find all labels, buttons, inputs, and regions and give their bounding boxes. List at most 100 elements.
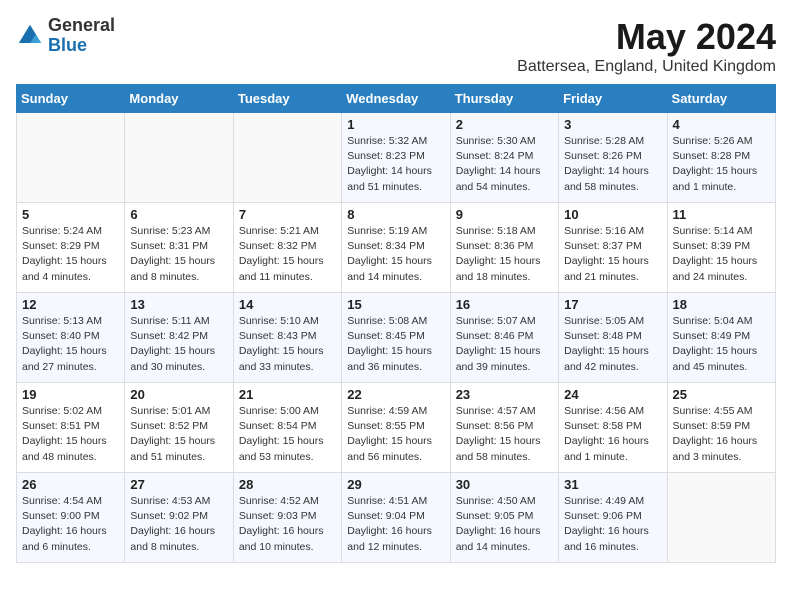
day-detail: Sunrise: 4:51 AM Sunset: 9:04 PM Dayligh… bbox=[347, 494, 444, 555]
day-number: 10 bbox=[564, 207, 661, 222]
calendar-cell: 2Sunrise: 5:30 AM Sunset: 8:24 PM Daylig… bbox=[450, 113, 558, 203]
day-number: 29 bbox=[347, 477, 444, 492]
header-day-tuesday: Tuesday bbox=[233, 85, 341, 113]
calendar-cell: 27 Sunrise: 4:53 AM Sunset: 9:02 PM Dayli… bbox=[125, 473, 233, 563]
calendar-cell: 31 Sunrise: 4:49 AM Sunset: 9:06 PM Dayli… bbox=[559, 473, 667, 563]
day-detail: Sunrise: 5:07 AM Sunset: 8:46 PM Dayligh… bbox=[456, 314, 553, 375]
subtitle: Battersea, England, United Kingdom bbox=[517, 58, 776, 76]
day-detail: Sunrise: 5:05 AM Sunset: 8:48 PM Dayligh… bbox=[564, 314, 661, 375]
day-detail: Sunrise: 4:50 AM Sunset: 9:05 PM Dayligh… bbox=[456, 494, 553, 555]
main-title: May 2024 bbox=[517, 16, 776, 58]
logo-blue-text: Blue bbox=[48, 36, 115, 56]
day-detail: Sunrise: 5:24 AM Sunset: 8:29 PM Dayligh… bbox=[22, 224, 119, 285]
day-number: 22 bbox=[347, 387, 444, 402]
day-detail: Sunrise: 5:18 AM Sunset: 8:36 PM Dayligh… bbox=[456, 224, 553, 285]
header-day-friday: Friday bbox=[559, 85, 667, 113]
day-number: 3 bbox=[564, 117, 661, 132]
calendar-cell: 28Sunrise: 4:52 AM Sunset: 9:03 PM Dayli… bbox=[233, 473, 341, 563]
day-detail: Sunrise: 4:49 AM Sunset: 9:06 PM Dayligh… bbox=[564, 494, 661, 555]
day-detail: Sunrise: 5:21 AM Sunset: 8:32 PM Dayligh… bbox=[239, 224, 336, 285]
day-number: 27 bbox=[130, 477, 227, 492]
calendar-cell: 10 Sunrise: 5:16 AM Sunset: 8:37 PM Dayli… bbox=[559, 203, 667, 293]
calendar-week-2: 5 Sunrise: 5:24 AM Sunset: 8:29 PM Daylig… bbox=[17, 203, 776, 293]
day-detail: Sunrise: 5:19 AM Sunset: 8:34 PM Dayligh… bbox=[347, 224, 444, 285]
day-detail: Sunrise: 5:13 AM Sunset: 8:40 PM Dayligh… bbox=[22, 314, 119, 375]
day-number: 31 bbox=[564, 477, 661, 492]
calendar-week-1: 1 Sunrise: 5:32 AM Sunset: 8:23 PM Daylig… bbox=[17, 113, 776, 203]
day-detail: Sunrise: 5:14 AM Sunset: 8:39 PM Dayligh… bbox=[673, 224, 770, 285]
calendar-cell bbox=[667, 473, 775, 563]
day-number: 11 bbox=[673, 207, 770, 222]
calendar-cell: 25 Sunrise: 4:55 AM Sunset: 8:59 PM Dayli… bbox=[667, 383, 775, 473]
calendar-cell: 8Sunrise: 5:19 AM Sunset: 8:34 PM Daylig… bbox=[342, 203, 450, 293]
day-number: 4 bbox=[673, 117, 770, 132]
calendar-cell bbox=[17, 113, 125, 203]
day-number: 23 bbox=[456, 387, 553, 402]
day-detail: Sunrise: 5:28 AM Sunset: 8:26 PM Dayligh… bbox=[564, 134, 661, 195]
calendar-cell: 4 Sunrise: 5:26 AM Sunset: 8:28 PM Daylig… bbox=[667, 113, 775, 203]
calendar-cell: 30 Sunrise: 4:50 AM Sunset: 9:05 PM Dayli… bbox=[450, 473, 558, 563]
header-day-wednesday: Wednesday bbox=[342, 85, 450, 113]
calendar-cell: 7Sunrise: 5:21 AM Sunset: 8:32 PM Daylig… bbox=[233, 203, 341, 293]
calendar-cell: 13Sunrise: 5:11 AM Sunset: 8:42 PM Dayli… bbox=[125, 293, 233, 383]
header-day-sunday: Sunday bbox=[17, 85, 125, 113]
day-detail: Sunrise: 5:01 AM Sunset: 8:52 PM Dayligh… bbox=[130, 404, 227, 465]
day-number: 13 bbox=[130, 297, 227, 312]
logo-icon bbox=[16, 22, 44, 50]
calendar-cell: 22 Sunrise: 4:59 AM Sunset: 8:55 PM Dayli… bbox=[342, 383, 450, 473]
logo-general-text: General bbox=[48, 16, 115, 36]
day-number: 5 bbox=[22, 207, 119, 222]
logo-text: General Blue bbox=[48, 16, 115, 56]
day-detail: Sunrise: 5:16 AM Sunset: 8:37 PM Dayligh… bbox=[564, 224, 661, 285]
header-day-monday: Monday bbox=[125, 85, 233, 113]
calendar-cell: 5 Sunrise: 5:24 AM Sunset: 8:29 PM Daylig… bbox=[17, 203, 125, 293]
calendar-cell: 12 Sunrise: 5:13 AM Sunset: 8:40 PM Dayli… bbox=[17, 293, 125, 383]
header-day-thursday: Thursday bbox=[450, 85, 558, 113]
day-number: 30 bbox=[456, 477, 553, 492]
day-detail: Sunrise: 5:10 AM Sunset: 8:43 PM Dayligh… bbox=[239, 314, 336, 375]
calendar-cell: 16 Sunrise: 5:07 AM Sunset: 8:46 PM Dayli… bbox=[450, 293, 558, 383]
day-detail: Sunrise: 4:56 AM Sunset: 8:58 PM Dayligh… bbox=[564, 404, 661, 465]
day-detail: Sunrise: 4:59 AM Sunset: 8:55 PM Dayligh… bbox=[347, 404, 444, 465]
calendar-week-4: 19Sunrise: 5:02 AM Sunset: 8:51 PM Dayli… bbox=[17, 383, 776, 473]
calendar-cell: 15 Sunrise: 5:08 AM Sunset: 8:45 PM Dayli… bbox=[342, 293, 450, 383]
calendar-cell: 3 Sunrise: 5:28 AM Sunset: 8:26 PM Daylig… bbox=[559, 113, 667, 203]
calendar-cell: 21Sunrise: 5:00 AM Sunset: 8:54 PM Dayli… bbox=[233, 383, 341, 473]
day-detail: Sunrise: 4:57 AM Sunset: 8:56 PM Dayligh… bbox=[456, 404, 553, 465]
calendar-cell: 17 Sunrise: 5:05 AM Sunset: 8:48 PM Dayli… bbox=[559, 293, 667, 383]
day-detail: Sunrise: 4:55 AM Sunset: 8:59 PM Dayligh… bbox=[673, 404, 770, 465]
day-number: 16 bbox=[456, 297, 553, 312]
day-detail: Sunrise: 5:08 AM Sunset: 8:45 PM Dayligh… bbox=[347, 314, 444, 375]
day-number: 14 bbox=[239, 297, 336, 312]
day-number: 24 bbox=[564, 387, 661, 402]
header-day-saturday: Saturday bbox=[667, 85, 775, 113]
calendar-body: 1 Sunrise: 5:32 AM Sunset: 8:23 PM Daylig… bbox=[17, 113, 776, 563]
calendar-cell: 20 Sunrise: 5:01 AM Sunset: 8:52 PM Dayli… bbox=[125, 383, 233, 473]
day-detail: Sunrise: 5:30 AM Sunset: 8:24 PM Dayligh… bbox=[456, 134, 553, 195]
calendar-cell: 6Sunrise: 5:23 AM Sunset: 8:31 PM Daylig… bbox=[125, 203, 233, 293]
day-number: 25 bbox=[673, 387, 770, 402]
header: General Blue May 2024 Battersea, England… bbox=[16, 16, 776, 76]
calendar-cell: 9 Sunrise: 5:18 AM Sunset: 8:36 PM Daylig… bbox=[450, 203, 558, 293]
calendar-cell: 23 Sunrise: 4:57 AM Sunset: 8:56 PM Dayli… bbox=[450, 383, 558, 473]
day-number: 17 bbox=[564, 297, 661, 312]
day-detail: Sunrise: 5:26 AM Sunset: 8:28 PM Dayligh… bbox=[673, 134, 770, 195]
day-number: 15 bbox=[347, 297, 444, 312]
day-detail: Sunrise: 4:54 AM Sunset: 9:00 PM Dayligh… bbox=[22, 494, 119, 555]
calendar-cell bbox=[233, 113, 341, 203]
day-detail: Sunrise: 4:53 AM Sunset: 9:02 PM Dayligh… bbox=[130, 494, 227, 555]
day-number: 12 bbox=[22, 297, 119, 312]
header-row: SundayMondayTuesdayWednesdayThursdayFrid… bbox=[17, 85, 776, 113]
calendar-cell: 29 Sunrise: 4:51 AM Sunset: 9:04 PM Dayli… bbox=[342, 473, 450, 563]
day-number: 1 bbox=[347, 117, 444, 132]
calendar-week-5: 26Sunrise: 4:54 AM Sunset: 9:00 PM Dayli… bbox=[17, 473, 776, 563]
day-number: 9 bbox=[456, 207, 553, 222]
calendar-cell: 26Sunrise: 4:54 AM Sunset: 9:00 PM Dayli… bbox=[17, 473, 125, 563]
day-number: 20 bbox=[130, 387, 227, 402]
calendar-table: SundayMondayTuesdayWednesdayThursdayFrid… bbox=[16, 84, 776, 563]
day-number: 21 bbox=[239, 387, 336, 402]
day-detail: Sunrise: 5:02 AM Sunset: 8:51 PM Dayligh… bbox=[22, 404, 119, 465]
calendar-cell: 1 Sunrise: 5:32 AM Sunset: 8:23 PM Daylig… bbox=[342, 113, 450, 203]
day-detail: Sunrise: 5:32 AM Sunset: 8:23 PM Dayligh… bbox=[347, 134, 444, 195]
title-area: May 2024 Battersea, England, United King… bbox=[517, 16, 776, 76]
